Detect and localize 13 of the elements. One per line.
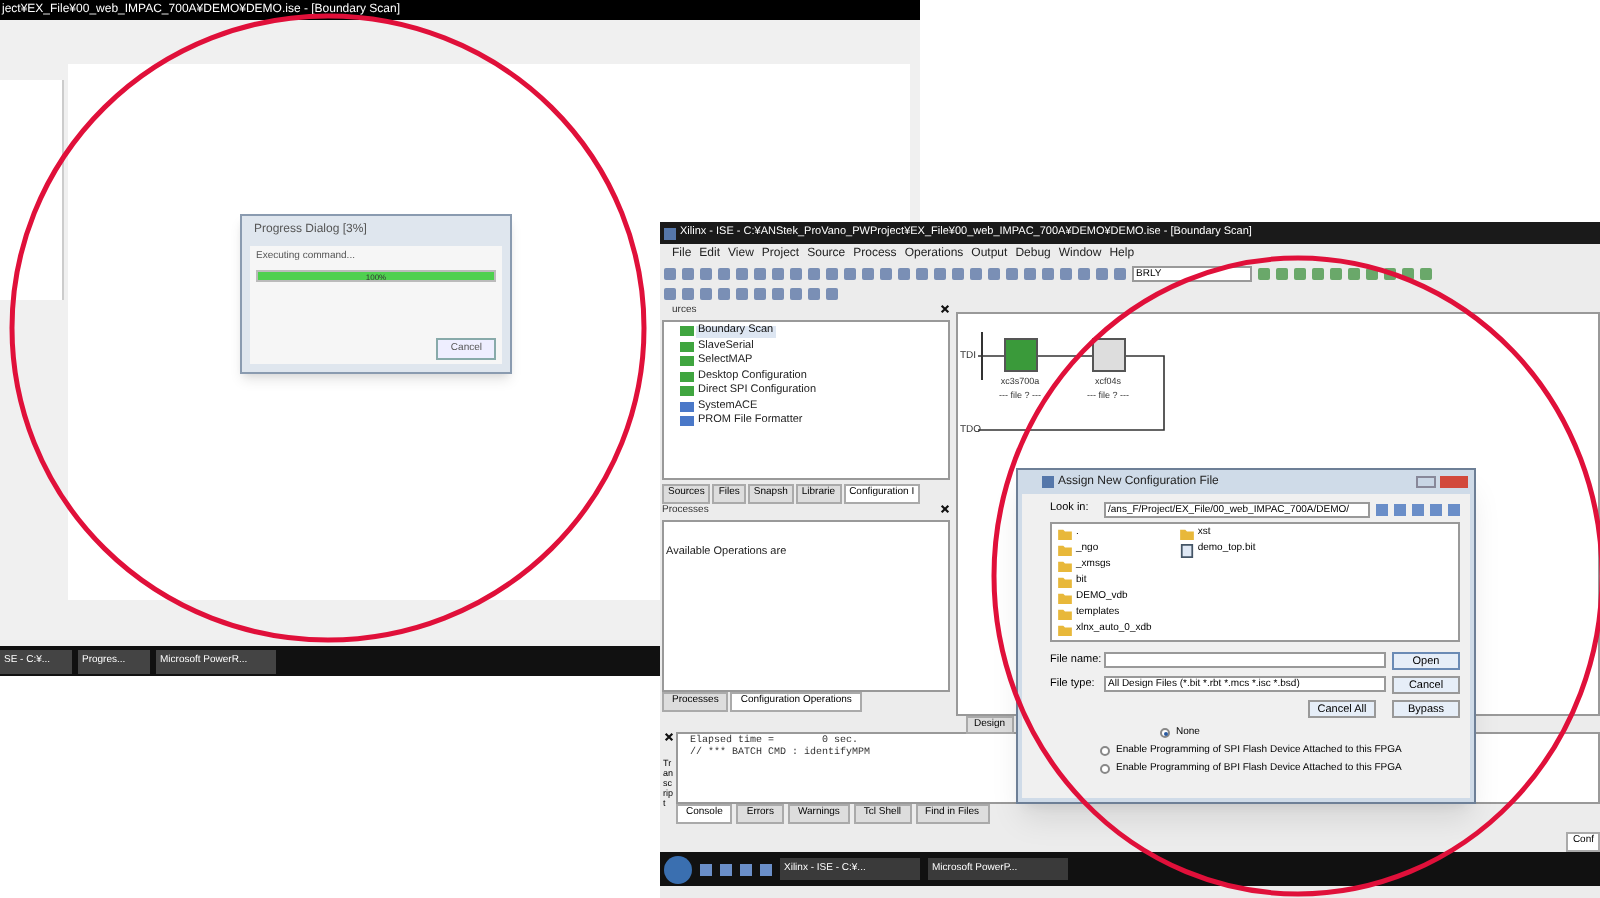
radio-button[interactable] xyxy=(1100,764,1110,774)
start-button[interactable] xyxy=(664,855,692,883)
chip-icon[interactable] xyxy=(1091,338,1125,372)
app-icon xyxy=(1042,476,1054,488)
app-icon xyxy=(664,227,676,239)
file-icon xyxy=(1179,543,1194,557)
close-icon[interactable] xyxy=(663,732,673,742)
folder-icon xyxy=(1179,528,1194,540)
file-name-field[interactable] xyxy=(1104,652,1386,668)
chip-icon[interactable] xyxy=(1003,338,1037,372)
help-button[interactable] xyxy=(1416,476,1436,488)
radio-button[interactable] xyxy=(1100,746,1110,756)
radio-button[interactable] xyxy=(1160,728,1170,738)
